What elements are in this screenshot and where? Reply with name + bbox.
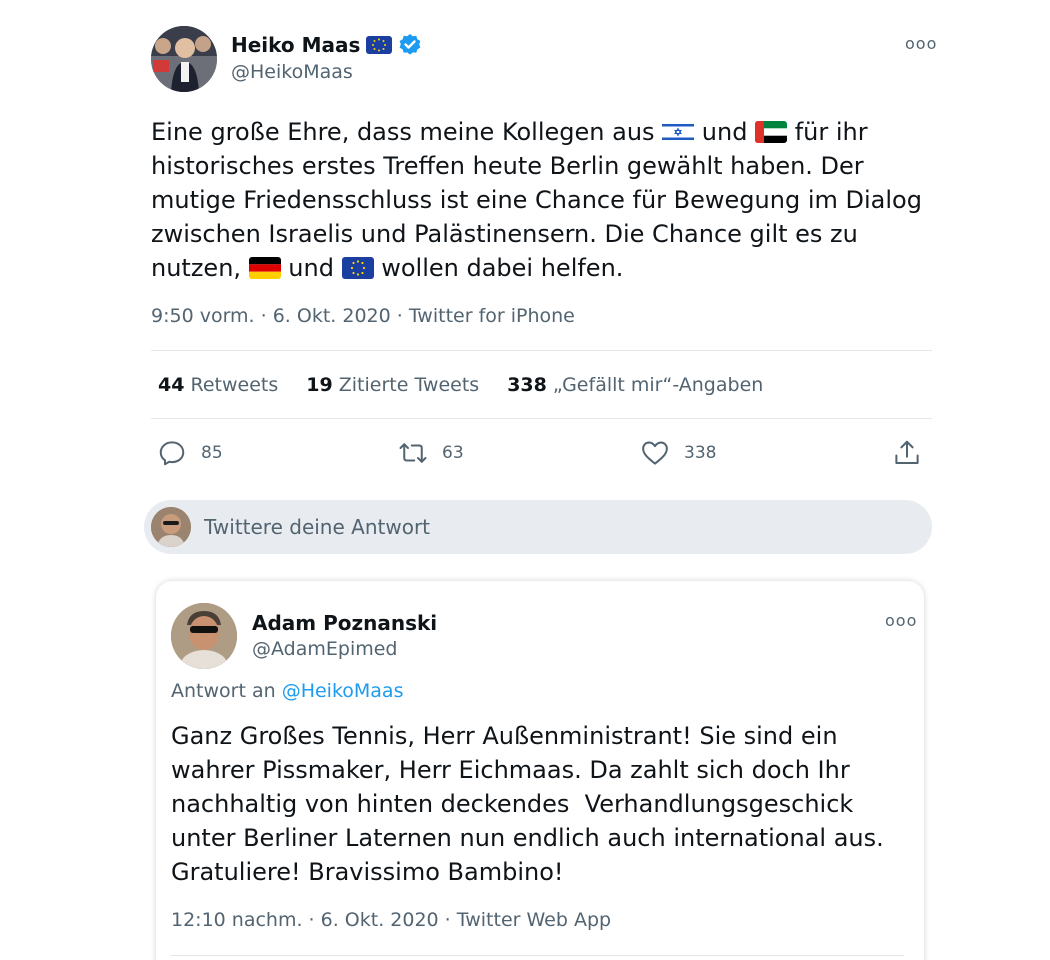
retweet-count: 63 [442, 443, 464, 463]
reply-count: 85 [201, 443, 223, 463]
like-count: 338 [684, 443, 717, 463]
quotes-count: 19 [306, 374, 333, 396]
tweet-text-part: und [280, 254, 342, 282]
retweets-stat[interactable]: 44 Retweets [158, 374, 278, 396]
share-icon [895, 440, 919, 464]
more-options-icon[interactable]: ooo [905, 34, 937, 53]
reply-input[interactable]: Twittere deine Antwort [204, 515, 430, 539]
tweet-timestamp[interactable]: 9:50 vorm. · 6. Okt. 2020 · Twitter for … [151, 305, 575, 327]
author-avatar[interactable] [151, 26, 217, 92]
uae-flag-icon [755, 121, 788, 143]
author-handle[interactable]: @HeikoMaas [231, 61, 353, 83]
divider [151, 350, 932, 351]
retweets-count: 44 [158, 374, 185, 396]
reply-to-prefix: Antwort an [171, 680, 282, 702]
likes-count: 338 [507, 374, 547, 396]
divider [171, 955, 904, 956]
tweet-text: Eine große Ehre, dass meine Kollegen aus… [151, 115, 941, 285]
reply-tweet-text: Ganz Großes Tennis, Herr Außenministrant… [171, 722, 892, 886]
reply-icon [159, 441, 185, 466]
eu-flag-icon [341, 257, 374, 279]
tweet-stats: 44 Retweets 19 Zitierte Tweets 338 „Gefä… [158, 374, 763, 396]
germany-flag-icon [248, 257, 281, 279]
reply-more-options-icon[interactable]: ooo [885, 611, 917, 630]
reply-tweet-timestamp[interactable]: 12:10 nachm. · 6. Okt. 2020 · Twitter We… [171, 909, 611, 931]
israel-flag-icon [662, 121, 695, 143]
retweet-button[interactable]: 63 [398, 438, 464, 468]
current-user-avatar[interactable] [151, 507, 191, 547]
tweet-text-part: und [694, 118, 756, 146]
retweet-icon [399, 443, 427, 463]
tweet-text-part: wollen dabei helfen. [373, 254, 624, 282]
reply-author-handle[interactable]: @AdamEpimed [252, 638, 397, 660]
eu-flag-icon [366, 36, 393, 54]
reply-to-handle-link[interactable]: @HeikoMaas [282, 680, 404, 702]
likes-stat[interactable]: 338 „Gefällt mir“-Angaben [507, 374, 763, 396]
quotes-stat[interactable]: 19 Zitierte Tweets [306, 374, 479, 396]
quotes-label: Zitierte Tweets [338, 374, 480, 396]
reply-author-avatar[interactable] [171, 603, 237, 669]
likes-label: „Gefällt mir“-Angaben [552, 374, 764, 396]
share-button[interactable] [892, 438, 922, 468]
tweet-text-part: Eine große Ehre, dass meine Kollegen aus [151, 118, 663, 146]
reply-author-name[interactable]: Adam Poznanski [252, 611, 437, 635]
reply-button[interactable]: 85 [157, 438, 223, 468]
heart-icon [642, 441, 668, 465]
reply-to-line: Antwort an @HeikoMaas [171, 680, 403, 702]
like-button[interactable]: 338 [640, 438, 716, 468]
retweets-label: Retweets [190, 374, 279, 396]
divider [151, 418, 932, 419]
author-name[interactable]: Heiko Maas [231, 33, 422, 57]
verified-badge-icon [398, 33, 422, 57]
author-name-text[interactable]: Heiko Maas [231, 33, 360, 57]
